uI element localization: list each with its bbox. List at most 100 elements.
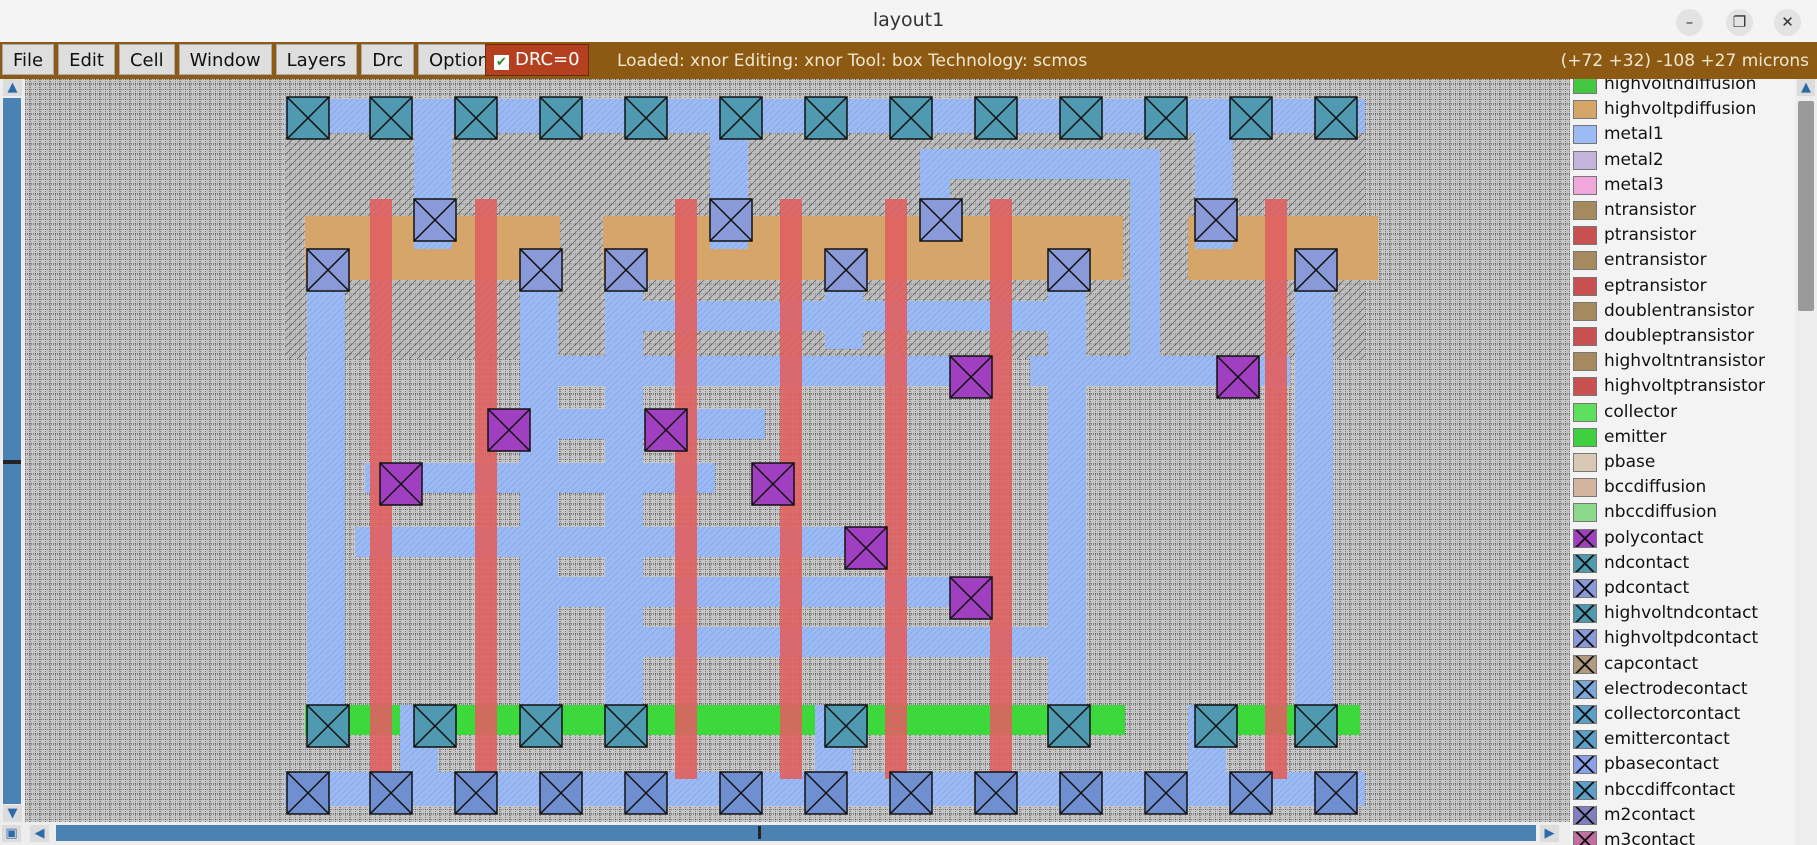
vertical-scroll-track[interactable] bbox=[3, 98, 21, 804]
layer-ntransistor[interactable]: ntransistor bbox=[1570, 199, 1795, 224]
nd-contact-bottom bbox=[286, 771, 330, 815]
layer-bccdiffusion[interactable]: bccdiffusion bbox=[1570, 476, 1795, 501]
layer-ndcontact[interactable]: ndcontact bbox=[1570, 552, 1795, 577]
layer-pdcontact[interactable]: pdcontact bbox=[1570, 577, 1795, 602]
layer-doubleptransistor[interactable]: doubleptransistor bbox=[1570, 325, 1795, 350]
layer-highvoltndiffusion[interactable]: highvoltndiffusion bbox=[1570, 79, 1795, 98]
menu-edit[interactable]: Edit bbox=[58, 44, 115, 75]
pd-contact-top bbox=[624, 96, 668, 140]
scroll-right-icon[interactable]: ▶ bbox=[1540, 825, 1559, 842]
poly-contact bbox=[949, 576, 993, 620]
metal1-wire bbox=[920, 149, 1160, 179]
menu-drc[interactable]: Drc bbox=[361, 44, 414, 75]
horizontal-scroll-thumb[interactable] bbox=[758, 826, 761, 839]
nd-contact bbox=[306, 704, 350, 748]
layer-highvoltpdiffusion[interactable]: highvoltpdiffusion bbox=[1570, 98, 1795, 123]
layer-swatch-icon bbox=[1573, 150, 1597, 170]
pd-contact bbox=[1294, 248, 1338, 292]
pd-contact-top bbox=[539, 96, 583, 140]
layer-name: pbasecontact bbox=[1604, 754, 1719, 775]
layer-name: highvoltndcontact bbox=[1604, 603, 1759, 624]
layer-name: capcontact bbox=[1604, 653, 1699, 674]
menu-file[interactable]: File bbox=[2, 44, 55, 75]
layer-swatch-icon bbox=[1573, 301, 1597, 321]
layer-highvoltpdcontact[interactable]: highvoltpdcontact bbox=[1570, 627, 1795, 652]
layer-eptransistor[interactable]: eptransistor bbox=[1570, 275, 1795, 300]
layer-metal3[interactable]: metal3 bbox=[1570, 174, 1795, 199]
drc-toggle[interactable]: ✔ DRC=0 bbox=[485, 44, 589, 76]
menu-window[interactable]: Window bbox=[178, 44, 272, 75]
poly-gate bbox=[885, 199, 907, 779]
layer-m2contact[interactable]: m2contact bbox=[1570, 804, 1795, 829]
layer-name: entransistor bbox=[1604, 250, 1707, 271]
poly-gate bbox=[1265, 199, 1287, 779]
layer-collectorcontact[interactable]: collectorcontact bbox=[1570, 703, 1795, 728]
layer-name: nbccdiffcontact bbox=[1604, 779, 1736, 800]
layer-highvoltntransistor[interactable]: highvoltntransistor bbox=[1570, 350, 1795, 375]
layer-highvoltptransistor[interactable]: highvoltptransistor bbox=[1570, 375, 1795, 400]
layer-emittercontact[interactable]: emittercontact bbox=[1570, 728, 1795, 753]
poly-gate bbox=[675, 199, 697, 779]
layer-swatch-icon bbox=[1573, 276, 1597, 296]
pd-contact-top bbox=[804, 96, 848, 140]
horizontal-scrollbar[interactable]: ▣ ◀ ▶ bbox=[0, 822, 1572, 845]
layer-polycontact[interactable]: polycontact bbox=[1570, 527, 1795, 552]
layer-swatch-icon bbox=[1573, 629, 1597, 649]
menu-buttons: File Edit Cell Window Layers Drc Options bbox=[2, 44, 510, 75]
layer-doublentransistor[interactable]: doublentransistor bbox=[1570, 300, 1795, 325]
pd-contact bbox=[306, 248, 350, 292]
layer-name: metal1 bbox=[1604, 124, 1664, 145]
layer-pbasecontact[interactable]: pbasecontact bbox=[1570, 753, 1795, 778]
layer-swatch-icon bbox=[1573, 327, 1597, 346]
restore-button[interactable]: ❐ bbox=[1726, 9, 1753, 36]
layer-name: highvoltptransistor bbox=[1604, 376, 1766, 397]
layer-ptransistor[interactable]: ptransistor bbox=[1570, 224, 1795, 249]
layer-name: emittercontact bbox=[1604, 729, 1730, 750]
layer-scroll-up-icon[interactable]: ▲ bbox=[1797, 79, 1815, 96]
layer-swatch-icon bbox=[1573, 553, 1597, 573]
nd-contact-bottom bbox=[369, 771, 413, 815]
layer-metal1[interactable]: metal1 bbox=[1570, 123, 1795, 148]
layer-scroll-thumb[interactable] bbox=[1798, 101, 1814, 311]
minimize-button[interactable]: – bbox=[1676, 9, 1703, 36]
layer-swatch-icon bbox=[1573, 705, 1597, 724]
scroll-up-icon[interactable]: ▲ bbox=[3, 79, 22, 96]
layer-m3contact[interactable]: m3contact bbox=[1570, 829, 1795, 845]
layer-nbccdiffcontact[interactable]: nbccdiffcontact bbox=[1570, 779, 1795, 804]
zoom-box-icon[interactable]: ▣ bbox=[2, 825, 21, 842]
menu-layers[interactable]: Layers bbox=[275, 44, 358, 75]
layer-electrodecontact[interactable]: electrodecontact bbox=[1570, 678, 1795, 703]
poly-gate bbox=[475, 199, 497, 779]
metal1-wire bbox=[495, 409, 765, 439]
layer-nbccdiffusion[interactable]: nbccdiffusion bbox=[1570, 501, 1795, 526]
metal1-wire bbox=[1130, 149, 1160, 359]
layout-canvas[interactable] bbox=[25, 79, 1570, 822]
layer-pbase[interactable]: pbase bbox=[1570, 451, 1795, 476]
layer-name: eptransistor bbox=[1604, 275, 1707, 296]
pd-contact-top bbox=[1314, 96, 1358, 140]
layer-capcontact[interactable]: capcontact bbox=[1570, 653, 1795, 678]
nd-contact bbox=[604, 704, 648, 748]
scroll-down-icon[interactable]: ▼ bbox=[3, 805, 22, 822]
layer-swatch-icon bbox=[1573, 402, 1597, 422]
poly-gate bbox=[990, 199, 1012, 779]
layer-entransistor[interactable]: entransistor bbox=[1570, 249, 1795, 274]
scroll-left-icon[interactable]: ◀ bbox=[30, 825, 49, 842]
vertical-scrollbar[interactable]: ▲ ▼ bbox=[0, 79, 25, 825]
layer-emitter[interactable]: emitter bbox=[1570, 426, 1795, 451]
nd-contact-bottom bbox=[454, 771, 498, 815]
layout-drawing[interactable] bbox=[25, 79, 1570, 822]
layer-metal2[interactable]: metal2 bbox=[1570, 149, 1795, 174]
layer-scrollbar[interactable]: ▲ bbox=[1795, 79, 1817, 845]
layer-collector[interactable]: collector bbox=[1570, 401, 1795, 426]
menu-cell[interactable]: Cell bbox=[118, 44, 175, 75]
close-button[interactable]: ✕ bbox=[1774, 9, 1801, 36]
layer-name: pbase bbox=[1604, 452, 1656, 472]
pd-contact bbox=[1194, 198, 1238, 242]
vertical-scroll-thumb[interactable] bbox=[3, 460, 21, 464]
layer-name: polycontact bbox=[1604, 527, 1704, 548]
layer-highvoltndcontact[interactable]: highvoltndcontact bbox=[1570, 602, 1795, 627]
horizontal-scroll-track[interactable] bbox=[56, 825, 1536, 841]
coordinate-readout: (+72 +32) -108 +27 microns bbox=[1560, 51, 1809, 71]
checkbox-icon: ✔ bbox=[494, 55, 509, 70]
